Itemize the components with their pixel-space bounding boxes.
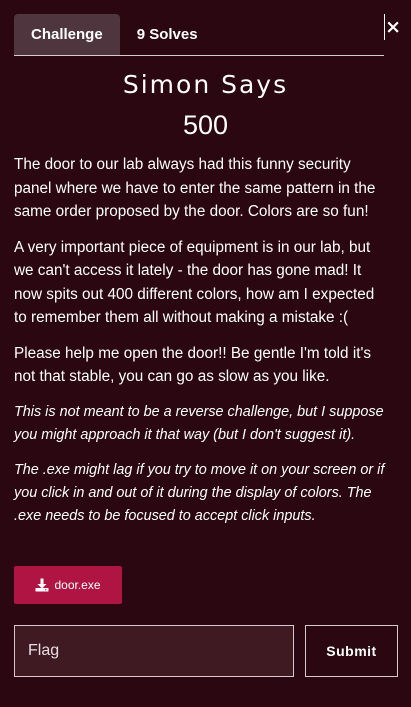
close-icon[interactable]: × xyxy=(385,17,401,37)
description-paragraph: Please help me open the door!! Be gentle… xyxy=(14,344,372,386)
download-icon xyxy=(35,578,49,592)
submit-button[interactable]: Submit xyxy=(305,625,398,677)
tab-solves[interactable]: 9 Solves xyxy=(120,14,215,55)
description-paragraph: A very important piece of equipment is i… xyxy=(14,238,375,327)
description-note: This is not meant to be a reverse challe… xyxy=(14,403,384,443)
download-file-button[interactable]: door.exe xyxy=(14,566,122,604)
description-note: The .exe might lag if you try to move it… xyxy=(14,461,385,524)
tab-bar: Challenge 9 Solves xyxy=(14,14,384,56)
challenge-points: 500 xyxy=(182,110,229,140)
download-file-label: door.exe xyxy=(54,578,101,592)
challenge-title: Simon Says xyxy=(122,70,289,99)
description-paragraph: The door to our lab always had this funn… xyxy=(14,156,376,220)
flag-input[interactable] xyxy=(14,625,294,677)
close-button[interactable]: × xyxy=(384,14,401,40)
challenge-description: The door to our lab always had this funn… xyxy=(14,153,386,540)
tab-challenge[interactable]: Challenge xyxy=(14,14,120,55)
